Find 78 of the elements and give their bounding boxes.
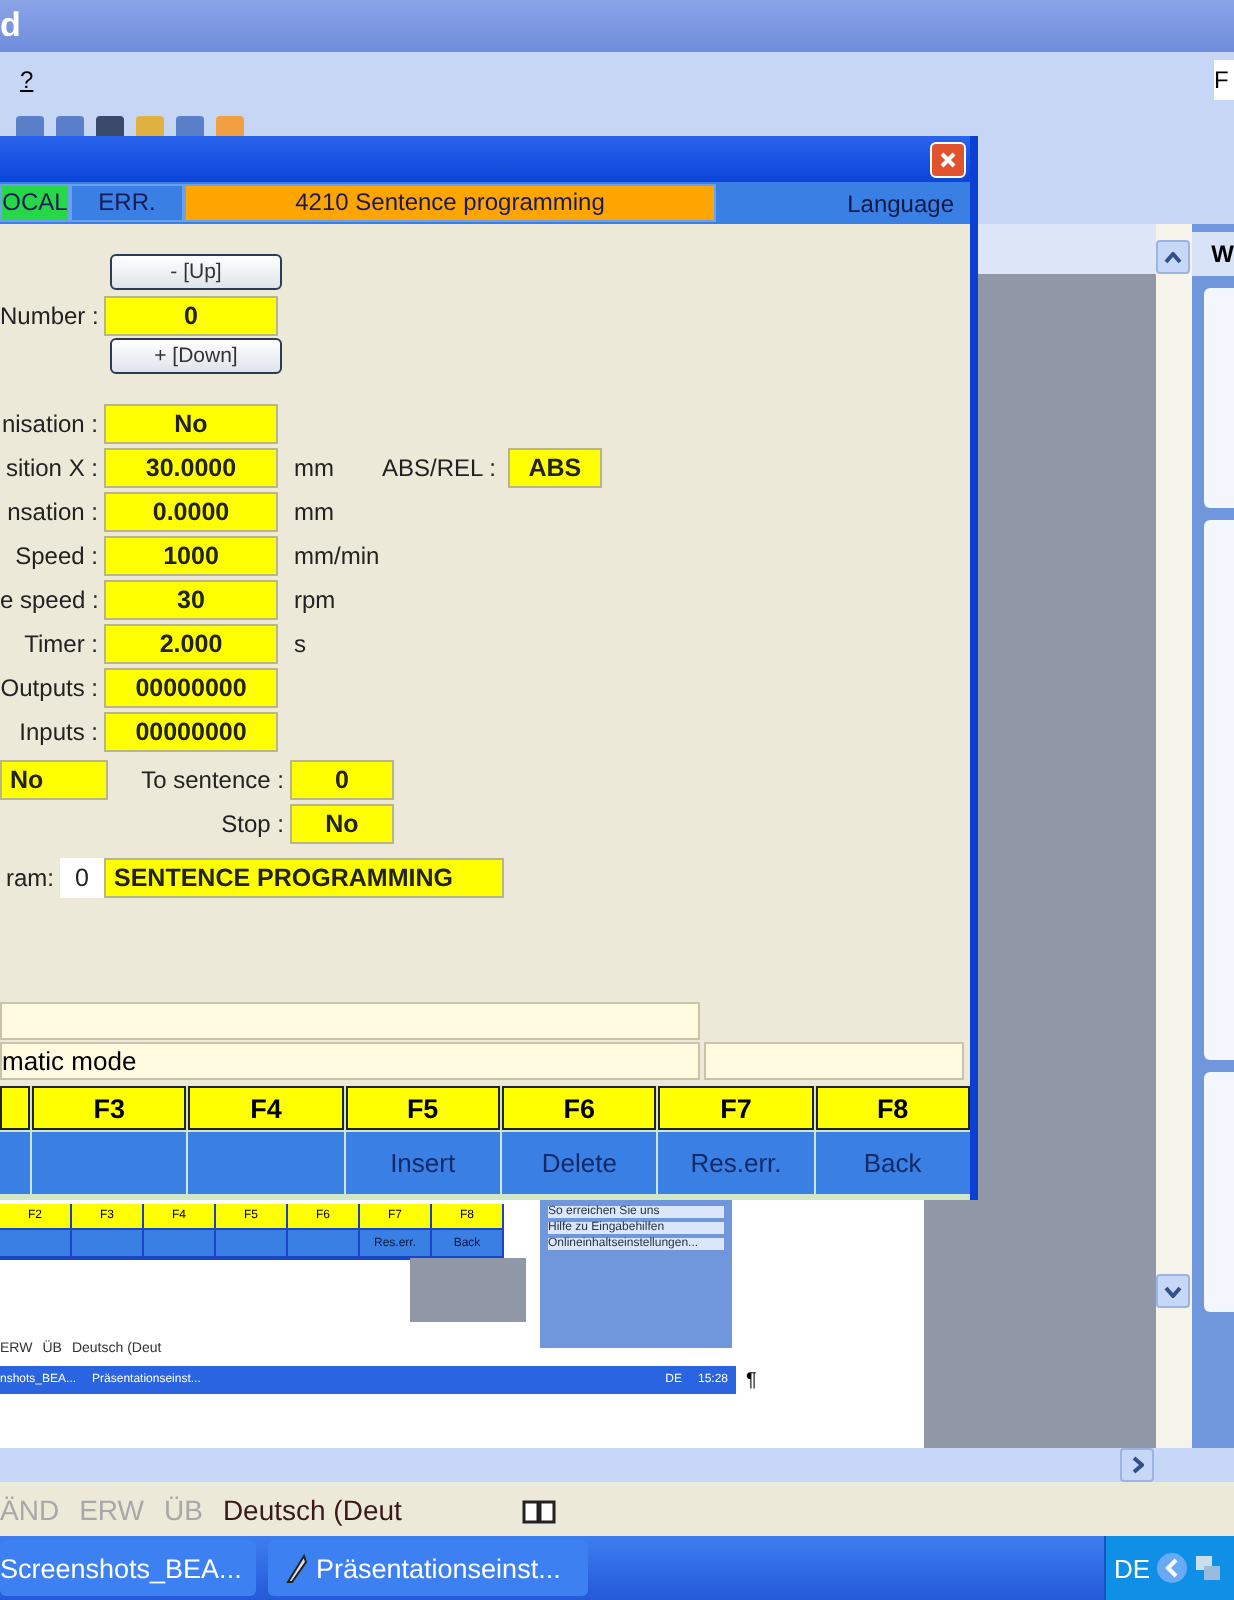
field-label: e speed : — [0, 586, 101, 614]
program-name-field[interactable]: SENTENCE PROGRAMMING — [104, 858, 504, 898]
book-icon — [521, 1495, 558, 1523]
status-item: ÄND — [0, 1493, 60, 1525]
status-label: ERR. — [70, 184, 184, 222]
status-label: OCAL — [0, 184, 70, 222]
menu-item[interactable]: ? — [20, 66, 34, 94]
field-label: Timer : — [22, 630, 100, 658]
unit-label: s — [294, 630, 306, 658]
help-search-field[interactable]: F — [1214, 60, 1234, 100]
value-field[interactable]: No — [104, 404, 278, 444]
chevron-right-icon — [1131, 1456, 1143, 1474]
quill-icon — [284, 1552, 308, 1584]
paragraph-mark: ¶ — [746, 1370, 757, 1392]
unit-label: mm — [294, 454, 334, 482]
unit-label: rpm — [294, 586, 336, 614]
field-label: Speed : — [13, 542, 100, 570]
value-field[interactable]: 1000 — [104, 536, 278, 576]
function-key-action — [72, 1230, 142, 1256]
field-label: ram: — [4, 864, 56, 892]
mode-field[interactable]: ABS — [507, 448, 602, 488]
field-label: To sentence : — [139, 766, 286, 794]
function-key-label: F7 — [658, 1086, 814, 1130]
language-button[interactable]: Language — [847, 189, 954, 217]
number-field[interactable]: 0 — [104, 296, 278, 336]
scroll-right-button[interactable] — [1120, 1448, 1154, 1482]
function-key-button[interactable] — [188, 1132, 344, 1194]
chevron-left-icon[interactable] — [1156, 1552, 1189, 1584]
status-item: ÜB — [163, 1493, 203, 1525]
field-label: Inputs : — [17, 718, 100, 746]
status-item: ERW — [79, 1493, 144, 1525]
window-title: d — [0, 6, 21, 46]
taskbar-button[interactable]: Screenshots_BEA... — [0, 1540, 256, 1596]
value-field[interactable]: 00000000 — [104, 712, 278, 752]
field-label: nisation : — [0, 410, 100, 438]
value-field[interactable]: 2.000 — [104, 624, 278, 664]
function-key-label: F5 — [345, 1086, 500, 1130]
down-button[interactable]: + [Down] — [110, 338, 282, 374]
value-field[interactable]: 30 — [104, 580, 278, 620]
sentence-field[interactable]: 0 — [290, 760, 394, 800]
function-key-label: F3 — [32, 1086, 187, 1130]
function-key-label: F4 — [188, 1086, 344, 1130]
program-number-field[interactable]: 0 — [60, 858, 104, 898]
value-field[interactable]: No — [0, 760, 108, 800]
function-key-label: F6 — [502, 1086, 657, 1130]
function-key-action — [288, 1230, 358, 1256]
desktop-background — [410, 1258, 526, 1322]
unit-label: mm — [294, 498, 334, 526]
value-field[interactable]: 0.0000 — [104, 492, 278, 532]
function-key-action — [216, 1230, 286, 1256]
chevron-up-icon — [1164, 251, 1183, 263]
field-label: Number : — [0, 302, 101, 330]
function-key-label — [0, 1086, 30, 1130]
function-key-action — [144, 1230, 214, 1256]
taskbar-button[interactable]: Präsentationseinst... — [268, 1540, 588, 1596]
field-label: ABS/REL : — [382, 454, 496, 482]
close-icon — [940, 151, 956, 167]
vertical-scrollbar[interactable] — [1156, 224, 1192, 1448]
function-key-button[interactable] — [32, 1132, 187, 1194]
scroll-up-button[interactable] — [1156, 240, 1191, 274]
up-button[interactable]: - [Up] — [110, 254, 282, 290]
value-field[interactable]: 00000000 — [104, 668, 278, 708]
stop-field[interactable]: No — [290, 804, 394, 844]
function-key-label: F8 — [815, 1086, 970, 1130]
close-button[interactable] — [930, 141, 966, 177]
function-key-button[interactable] — [0, 1132, 30, 1194]
status-item: Deutsch (Deut — [222, 1493, 402, 1525]
scroll-down-button[interactable] — [1156, 1274, 1191, 1308]
field-label: nsation : — [5, 498, 100, 526]
field-label: Outputs : — [0, 674, 100, 702]
task-pane-title: W — [1191, 232, 1234, 276]
value-field[interactable]: 30.0000 — [104, 448, 278, 488]
function-key-action — [0, 1230, 70, 1256]
field-label: sition X : — [3, 454, 100, 482]
chevron-down-icon — [1164, 1285, 1183, 1297]
field-label: Stop : — [219, 810, 286, 838]
unit-label: mm/min — [294, 542, 380, 570]
status-label: 4210 Sentence programming — [184, 184, 716, 222]
